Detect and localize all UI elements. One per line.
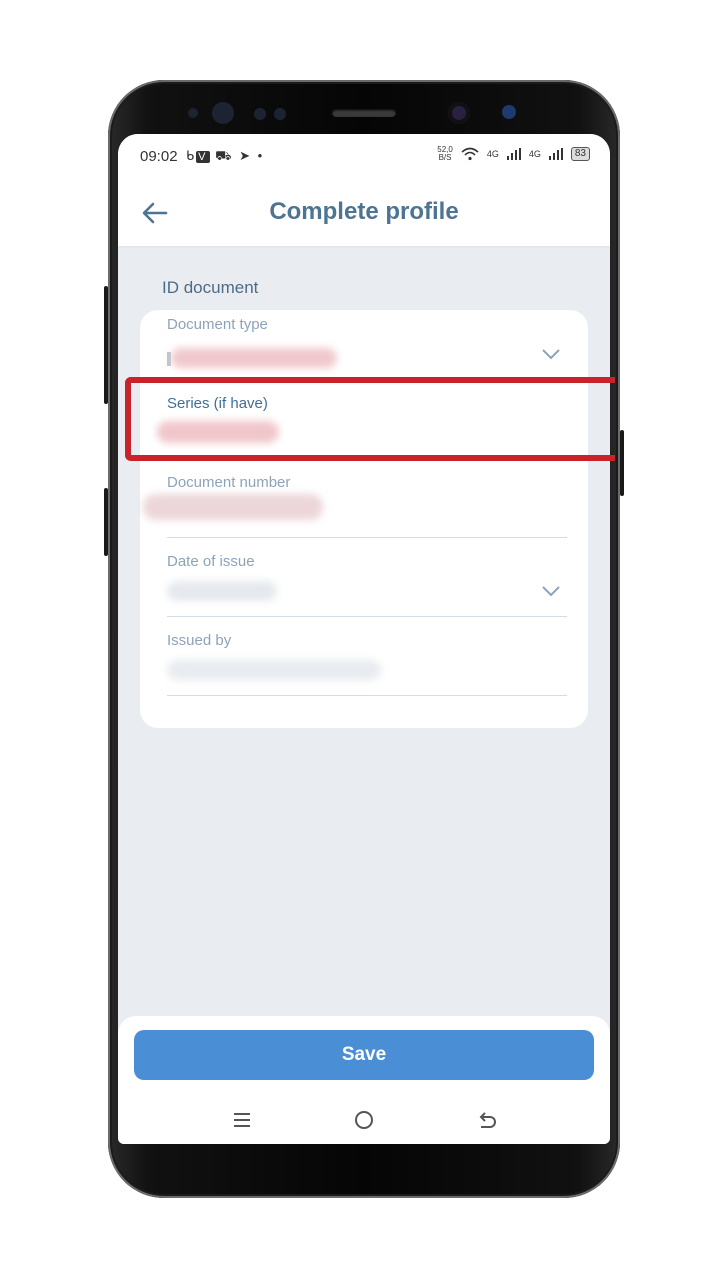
- status-right: 52,0 B/S 4G 4G 83: [437, 146, 590, 162]
- field-label: Document type: [167, 316, 268, 333]
- highlight-box: [125, 377, 615, 461]
- screen: 09:02 ᑲV ⛟ ➤ • 52,0 B/S 4G 4G 83 Complet…: [118, 134, 610, 1144]
- phone-top-bezel: [108, 80, 620, 136]
- document-number-field[interactable]: Document number: [143, 474, 567, 538]
- net-speed: 52,0 B/S: [437, 145, 453, 162]
- back-icon[interactable]: [475, 1108, 499, 1132]
- wifi-icon: [461, 147, 479, 161]
- sensor-icon: [188, 108, 198, 118]
- page-title: Complete profile: [269, 198, 459, 225]
- redaction-blur: [167, 660, 381, 680]
- v-icon: V: [196, 151, 210, 163]
- power-button: [620, 430, 624, 496]
- field-label: Issued by: [167, 632, 232, 649]
- status-time: 09:02: [140, 148, 178, 165]
- issued-by-field[interactable]: Issued by: [167, 632, 567, 696]
- field-underline: [167, 616, 567, 617]
- app-bar: Complete profile: [118, 178, 610, 246]
- id-document-card: Document type Series (if have) Document …: [140, 310, 588, 728]
- front-camera-icon: [212, 102, 234, 124]
- battery-icon: 83: [570, 147, 590, 161]
- redaction-blur: [171, 348, 337, 368]
- sensor-icon: [274, 108, 286, 120]
- field-underline: [167, 537, 567, 538]
- dot-icon: •: [257, 148, 265, 163]
- recent-apps-icon[interactable]: [230, 1108, 254, 1132]
- signal-icon: [548, 148, 563, 160]
- cart-icon: ⛟: [215, 148, 234, 163]
- notification-icons: ᑲV ⛟ ➤ •: [186, 148, 264, 166]
- status-bar: 09:02 ᑲV ⛟ ➤ • 52,0 B/S 4G 4G 83: [118, 134, 610, 178]
- iris-camera-icon: [448, 102, 470, 124]
- redaction-blur: [143, 494, 323, 520]
- section-title: ID document: [162, 278, 259, 297]
- field-label: Document number: [167, 474, 291, 491]
- bottom-action-area: Save: [118, 1016, 610, 1096]
- chevron-down-icon[interactable]: [541, 348, 561, 360]
- field-label: Date of issue: [167, 553, 255, 570]
- b-icon: ᑲ: [186, 148, 197, 163]
- sensor-icon: [254, 108, 266, 120]
- volume-up-button: [104, 286, 108, 404]
- field-underline: [167, 695, 567, 696]
- iris-sensor-icon: [502, 105, 516, 119]
- network-1-label: 4G: [486, 149, 499, 159]
- volume-down-button: [104, 488, 108, 556]
- telegram-icon: ➤: [239, 148, 253, 163]
- phone-bottom-bezel: [118, 1144, 610, 1184]
- date-of-issue-field[interactable]: Date of issue: [167, 553, 567, 617]
- chevron-down-icon[interactable]: [541, 585, 561, 597]
- earpiece-speaker: [332, 109, 396, 117]
- redaction-blur: [167, 581, 277, 601]
- signal-icon: [506, 148, 521, 160]
- home-icon[interactable]: [352, 1108, 376, 1132]
- network-2-label: 4G: [528, 149, 541, 159]
- document-type-field[interactable]: Document type: [167, 316, 567, 380]
- save-button[interactable]: Save: [134, 1030, 594, 1080]
- system-nav-bar: [118, 1096, 610, 1144]
